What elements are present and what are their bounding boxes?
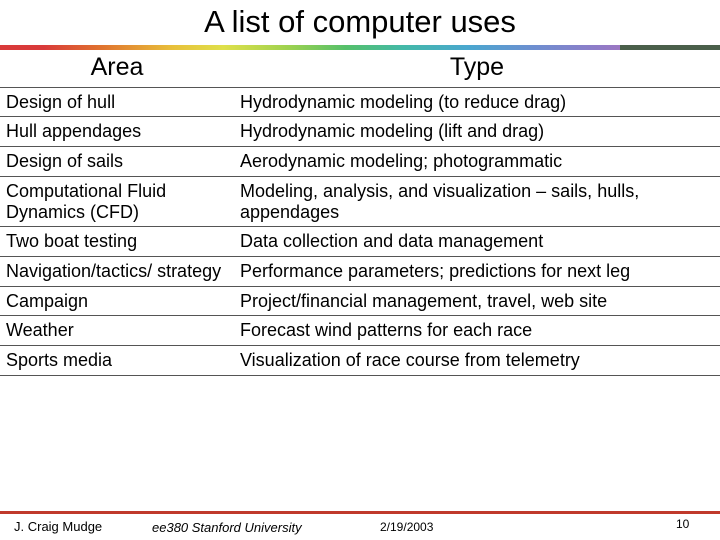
cell-type: Modeling, analysis, and visualization – … [234, 176, 720, 228]
cell-area: Weather [0, 315, 234, 346]
cell-area: Sports media [0, 345, 234, 376]
cell-type: Data collection and data management [234, 226, 720, 257]
table-row: Sports media Visualization of race cours… [0, 345, 720, 376]
table-row: Design of sails Aerodynamic modeling; ph… [0, 146, 720, 177]
column-header-type: Type [234, 52, 720, 88]
cell-type: Performance parameters; predictions for … [234, 256, 720, 287]
footer-author: J. Craig Mudge [14, 519, 103, 534]
table-row: Two boat testing Data collection and dat… [0, 226, 720, 257]
rainbow-divider [0, 45, 720, 50]
footer-date: 2/19/2003 [380, 520, 434, 534]
table-row: Weather Forecast wind patterns for each … [0, 315, 720, 346]
table-row: Campaign Project/financial management, t… [0, 286, 720, 317]
cell-area: Computational Fluid Dynamics (CFD) [0, 176, 234, 228]
cell-type: Forecast wind patterns for each race [234, 315, 720, 346]
table-row: Navigation/tactics/ strategy Performance… [0, 256, 720, 287]
cell-type: Project/financial management, travel, we… [234, 286, 720, 317]
cell-area: Campaign [0, 286, 234, 317]
table-header-row: Area Type [0, 52, 720, 88]
footer-course: ee380 Stanford University [152, 520, 302, 535]
column-header-area: Area [0, 52, 234, 88]
footer-divider [0, 511, 720, 514]
cell-type: Visualization of race course from teleme… [234, 345, 720, 376]
cell-type: Hydrodynamic modeling (lift and drag) [234, 116, 720, 148]
uses-table: Area Type Design of hull Hydrodynamic mo… [0, 52, 720, 376]
cell-area: Navigation/tactics/ strategy [0, 256, 234, 287]
table-row: Design of hull Hydrodynamic modeling (to… [0, 87, 720, 118]
slide: A list of computer uses Area Type Design… [0, 0, 720, 540]
cell-area: Design of sails [0, 146, 234, 177]
table-row: Computational Fluid Dynamics (CFD) Model… [0, 176, 720, 228]
cell-type: Hydrodynamic modeling (to reduce drag) [234, 87, 720, 118]
slide-footer: J. Craig Mudge ee380 Stanford University… [0, 515, 720, 540]
cell-type: Aerodynamic modeling; photogrammatic [234, 146, 720, 177]
rainbow-divider-dark-segment [620, 45, 720, 50]
cell-area: Two boat testing [0, 226, 234, 257]
cell-area: Hull appendages [0, 116, 234, 148]
page-title: A list of computer uses [204, 4, 516, 39]
cell-area: Design of hull [0, 87, 234, 118]
table-row: Hull appendages Hydrodynamic modeling (l… [0, 116, 720, 148]
footer-page-number: 10 [676, 517, 690, 531]
